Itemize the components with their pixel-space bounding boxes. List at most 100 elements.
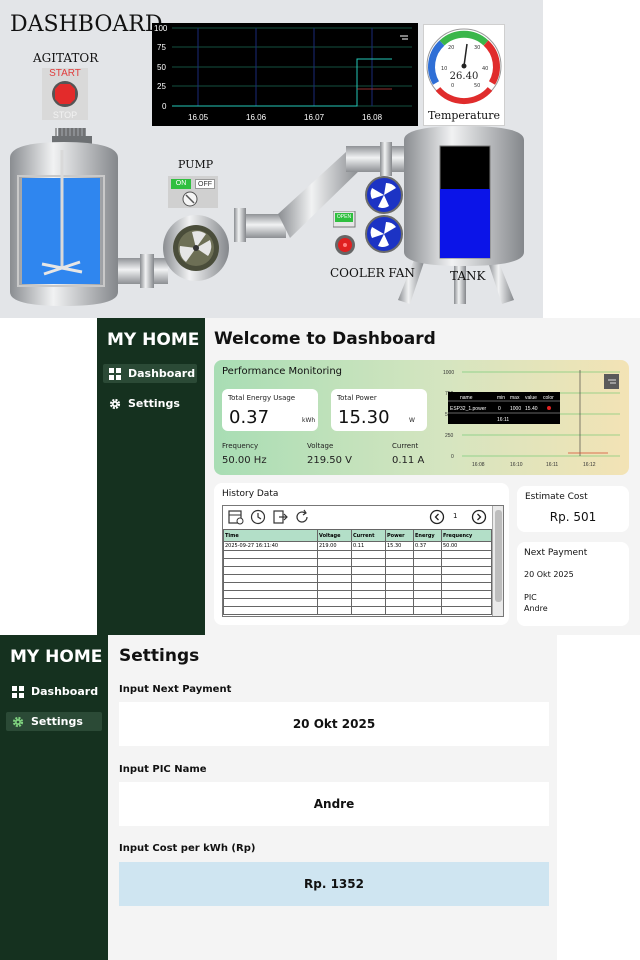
tank-level-fill xyxy=(440,189,490,258)
table-cell: 50.00 xyxy=(441,541,492,551)
table-cell: 15.30 xyxy=(385,541,414,551)
estimate-cost-card: Estimate Cost Rp. 501 xyxy=(517,486,629,532)
power-chart-x-tick: 16:10 xyxy=(510,462,523,468)
column-header: Voltage xyxy=(317,529,352,542)
table-row-empty xyxy=(223,582,492,591)
estimate-cost-value: Rp. 501 xyxy=(549,510,597,524)
column-header: Frequency xyxy=(441,529,492,542)
settings-page: MY HOME Dashboard Settings Settings Inpu… xyxy=(0,635,557,960)
frequency-label: Frequency xyxy=(222,442,259,450)
total-power-unit: W xyxy=(409,417,415,424)
power-chart-x-tick: 16:11 xyxy=(546,462,558,468)
table-row-empty xyxy=(223,550,492,559)
calendar-filter-icon[interactable] xyxy=(228,509,244,525)
power-chart-y-tick: 250 xyxy=(445,433,454,439)
grid-icon xyxy=(12,685,24,698)
power-chart-menu-icon xyxy=(604,374,619,389)
table-row-empty xyxy=(223,574,492,583)
history-table-panel: 1 Time Voltage Current Power Energy Freq… xyxy=(222,505,504,617)
voltage-value: 219.50 V xyxy=(307,455,353,466)
power-chart-x-tick: 16:12 xyxy=(583,462,596,468)
table-cell: 0.11 xyxy=(351,541,386,551)
column-header: Time xyxy=(223,529,318,542)
power-chart-tooltip: name min max value color ESP32_1.power 0… xyxy=(448,392,560,424)
pic-label: PIC xyxy=(524,593,537,602)
tooltip-header: color xyxy=(543,395,554,401)
next-payment-date: 20 Okt 2025 xyxy=(524,570,574,579)
current-value: 0.11 A xyxy=(392,455,425,466)
table-header-row: Time Voltage Current Power Energy Freque… xyxy=(223,529,492,542)
table-row-empty xyxy=(223,566,492,575)
pump-switch[interactable]: ON OFF xyxy=(168,176,218,208)
sidebar-item-label: Dashboard xyxy=(128,367,196,380)
clock-icon[interactable] xyxy=(250,509,266,525)
pic-name-input[interactable] xyxy=(119,782,549,826)
table-row[interactable]: 2025-09-27 16:11:40 219.00 0.11 15.30 0.… xyxy=(223,541,492,551)
next-payment-input-label: Input Next Payment xyxy=(119,684,232,695)
next-payment-label: Next Payment xyxy=(524,548,588,558)
pump-on-button[interactable]: ON xyxy=(171,179,191,189)
tooltip-cell: 0 xyxy=(498,406,501,412)
history-title: History Data xyxy=(222,489,279,499)
total-energy-card: Total Energy Usage 0.37 kWh xyxy=(222,389,318,431)
power-chart-x-tick: 16:08 xyxy=(472,462,485,468)
sidebar-item-label: Settings xyxy=(31,715,83,728)
table-cell: 2025-09-27 16:11:40 xyxy=(223,541,318,551)
scrollbar-thumb[interactable] xyxy=(495,510,502,602)
table-scrollbar[interactable] xyxy=(492,506,503,616)
brand-title: MY HOME xyxy=(107,330,200,350)
next-payment-card: Next Payment 20 Okt 2025 PIC Andre xyxy=(517,542,629,626)
total-power-card: Total Power 15.30 W xyxy=(331,389,427,431)
table-row-empty xyxy=(223,598,492,607)
history-toolbar: 1 xyxy=(223,506,491,528)
sidebar-item-settings[interactable]: Settings xyxy=(103,394,197,413)
current-label: Current xyxy=(392,442,419,450)
page-number: 1 xyxy=(453,512,458,520)
grid-icon xyxy=(109,367,121,380)
table-cell: 0.37 xyxy=(413,541,442,551)
table-row-empty xyxy=(223,558,492,567)
frequency-value: 50.00 Hz xyxy=(222,455,267,466)
power-chart-y-tick: 0 xyxy=(451,454,454,460)
dashboard-page: MY HOME Dashboard Settings Welcome to Da… xyxy=(97,318,640,635)
prev-page-icon[interactable] xyxy=(429,509,445,525)
next-page-icon[interactable] xyxy=(471,509,487,525)
scada-panel: DASHBOARD AGITATOR START STOP 100 75 50 … xyxy=(0,0,543,318)
tooltip-color-swatch xyxy=(547,406,551,410)
tooltip-header: value xyxy=(525,395,537,401)
tank-label: TANK xyxy=(450,269,486,283)
cooler-fan-label: COOLER FAN xyxy=(330,266,415,280)
power-chart-y-tick: 1000 xyxy=(443,370,454,376)
brand-title: MY HOME xyxy=(10,647,103,667)
sidebar-item-settings[interactable]: Settings xyxy=(6,712,102,731)
tooltip-cell: ESP32_1.power xyxy=(450,406,486,412)
cost-per-kwh-input[interactable] xyxy=(119,862,549,906)
total-energy-unit: kWh xyxy=(302,417,316,424)
tooltip-cell: 1000 xyxy=(510,406,521,412)
next-payment-input[interactable] xyxy=(119,702,549,746)
table-row-empty xyxy=(223,606,492,615)
sidebar-item-dashboard[interactable]: Dashboard xyxy=(103,364,197,383)
table-cell: 219.00 xyxy=(317,541,352,551)
tooltip-header: max xyxy=(510,395,520,401)
pump-icon xyxy=(163,215,229,281)
page-title: Settings xyxy=(119,646,200,666)
pump-off-button[interactable]: OFF xyxy=(195,179,215,189)
column-header: Energy xyxy=(413,529,442,542)
sidebar-item-label: Dashboard xyxy=(31,685,99,698)
tooltip-cell: 15.40 xyxy=(525,406,538,412)
export-icon[interactable] xyxy=(272,509,288,525)
column-header: Current xyxy=(351,529,386,542)
cooler-fan-icon xyxy=(365,176,403,253)
agitator-tank-icon xyxy=(10,128,118,306)
total-power-label: Total Power xyxy=(337,394,377,402)
cooler-fan-switch[interactable]: OPEN xyxy=(333,211,357,257)
table-row-empty xyxy=(223,590,492,599)
total-energy-label: Total Energy Usage xyxy=(228,394,296,402)
pump-knob-icon[interactable] xyxy=(182,191,198,207)
voltage-label: Voltage xyxy=(307,442,334,450)
history-table: Time Voltage Current Power Energy Freque… xyxy=(223,529,492,615)
total-energy-value: 0.37 xyxy=(229,407,270,428)
sidebar-item-dashboard[interactable]: Dashboard xyxy=(6,682,102,701)
refresh-icon[interactable] xyxy=(294,509,310,525)
